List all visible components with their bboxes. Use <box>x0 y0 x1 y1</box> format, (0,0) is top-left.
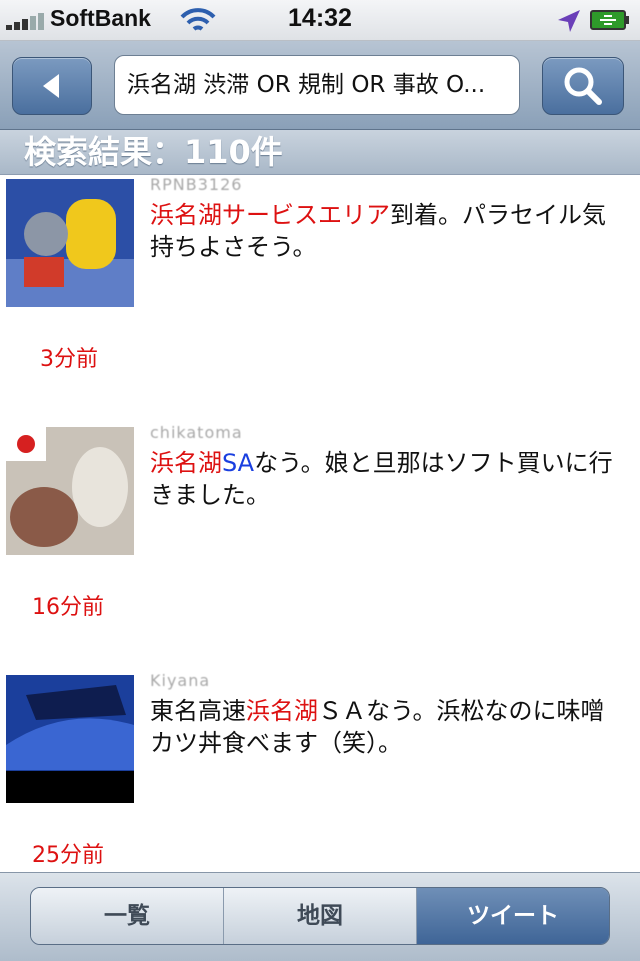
tweet-time: 3分前 <box>40 347 98 372</box>
tweet-item[interactable]: chikatoma 浜名湖SAなう。娘と旦那はソフト買いに行きました。 16分前 <box>0 423 640 673</box>
search-input[interactable]: 浜名湖 渋滞 OR 規制 OR 事故 O... <box>114 55 520 115</box>
tab-list[interactable]: 一覧 <box>31 888 224 944</box>
tab-map[interactable]: 地図 <box>224 888 417 944</box>
tweet-time: 16分前 <box>32 595 104 620</box>
magnifier-icon <box>564 67 602 105</box>
chevron-left-icon <box>43 74 59 98</box>
tweet-item[interactable]: RPNB3126 浜名湖サービスエリア到着。パラセイル気持ちよさそう。 3分前 <box>0 175 640 425</box>
tweet-text-keyword: 浜名湖 <box>150 449 222 477</box>
tweet-text: 東名高速浜名湖ＳＡなう。浜松なのに味噌カツ丼食べます（笑）。 <box>150 695 620 759</box>
tweet-text-body: 東名高速 <box>150 697 246 725</box>
navigation-bar: 浜名湖 渋滞 OR 規制 OR 事故 O... <box>0 41 640 130</box>
back-button[interactable] <box>12 57 92 115</box>
tweet-text-keyword: 浜名湖 <box>246 697 318 725</box>
tweet-text: 浜名湖サービスエリア到着。パラセイル気持ちよさそう。 <box>150 199 620 263</box>
results-count-header: 検索結果：110件 <box>0 130 640 175</box>
tweet-list[interactable]: RPNB3126 浜名湖サービスエリア到着。パラセイル気持ちよさそう。 3分前 … <box>0 175 640 871</box>
location-arrow-icon <box>558 10 580 32</box>
status-bar: SoftBank 14:32 <box>0 0 640 41</box>
tweet-text: 浜名湖SAなう。娘と旦那はソフト買いに行きました。 <box>150 447 620 511</box>
tweet-username: Kiyana <box>150 671 211 690</box>
search-button[interactable] <box>542 57 624 115</box>
avatar <box>6 675 134 803</box>
tweet-username: RPNB3126 <box>150 175 243 194</box>
tweet-username: chikatoma <box>150 423 243 442</box>
tweet-item[interactable]: Kiyana 東名高速浜名湖ＳＡなう。浜松なのに味噌カツ丼食べます（笑）。 25… <box>0 671 640 871</box>
avatar <box>6 179 134 307</box>
battery-icon <box>590 10 629 30</box>
tweet-text-keyword-sa: SA <box>222 449 255 477</box>
view-mode-segmented-control[interactable]: 一覧 地図 ツイート <box>30 887 610 945</box>
results-count: 検索結果：110件 <box>24 133 283 171</box>
bottom-toolbar: 一覧 地図 ツイート <box>0 872 640 961</box>
tweet-text-keyword: 浜名湖サービスエリア <box>150 201 390 229</box>
avatar <box>6 427 134 555</box>
status-time: 14:32 <box>288 4 352 32</box>
tweet-time: 25分前 <box>32 843 104 868</box>
tab-tweet[interactable]: ツイート <box>417 888 609 944</box>
